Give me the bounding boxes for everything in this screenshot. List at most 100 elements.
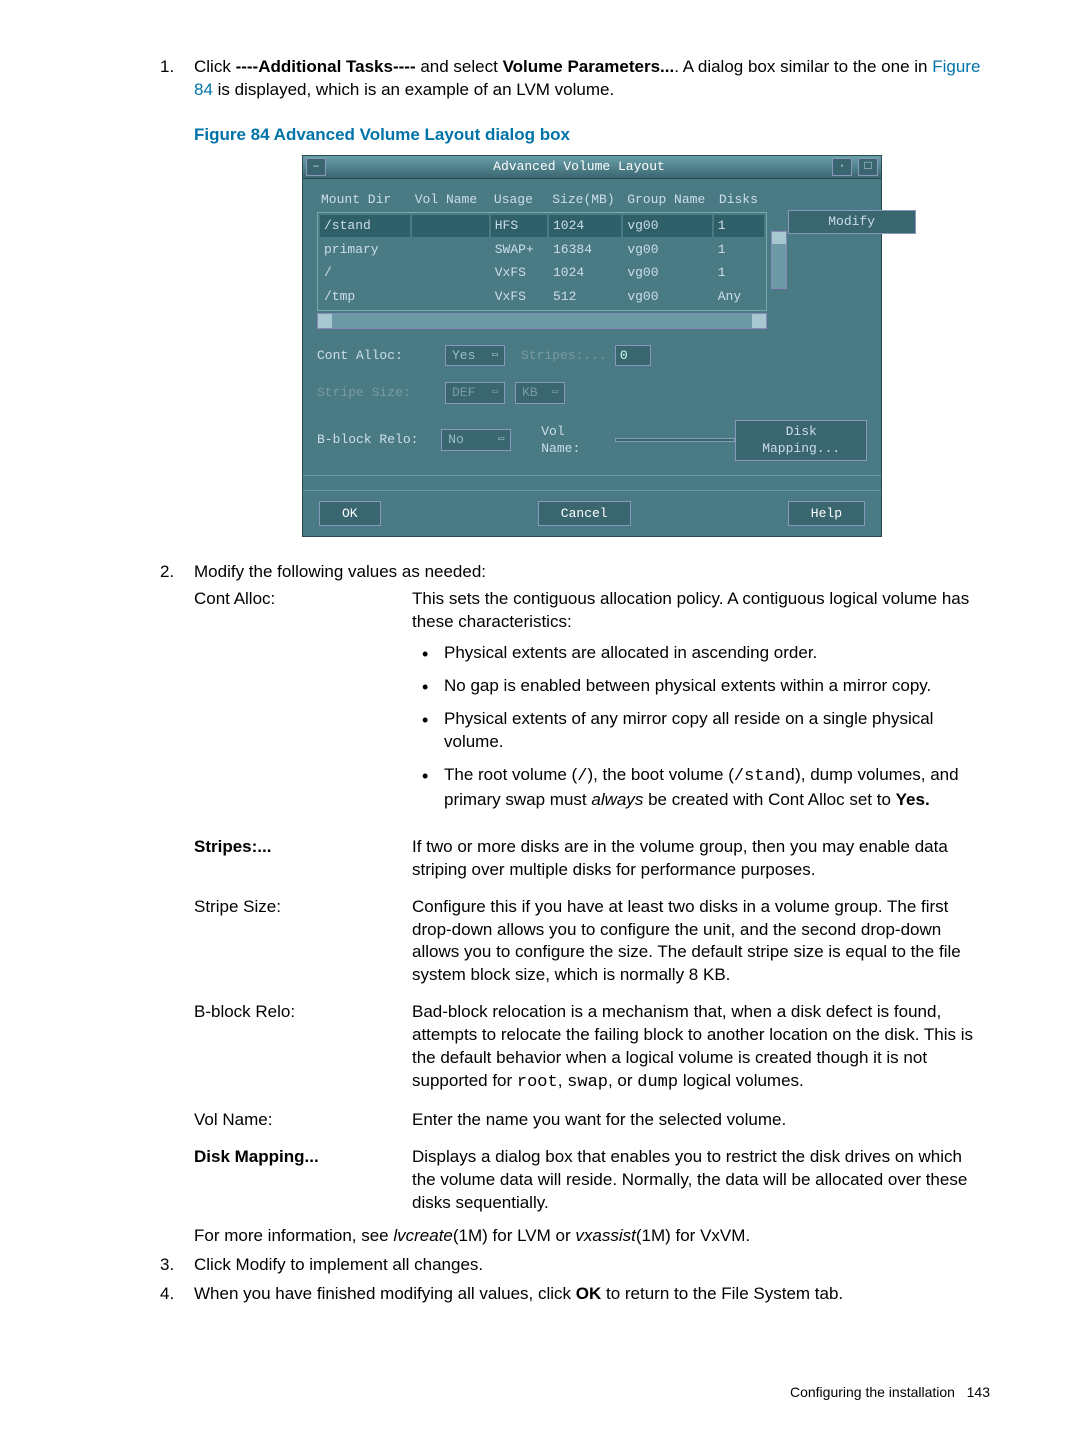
volume-parameters-label: Volume Parameters...	[503, 57, 675, 76]
cell-usage: VxFS	[491, 286, 547, 308]
code: dump	[637, 1073, 678, 1092]
col-vol: Vol Name	[411, 189, 490, 211]
cell-vol	[412, 262, 488, 284]
modify-button[interactable]: Modify	[788, 210, 916, 234]
step-number: 3.	[160, 1254, 174, 1277]
cell-usage: HFS	[491, 215, 547, 237]
figure-caption: Figure 84 Advanced Volume Layout dialog …	[194, 124, 990, 147]
col-group: Group Name	[623, 189, 715, 211]
t: (1M) for VxVM.	[636, 1226, 750, 1245]
col-usage: Usage	[490, 189, 548, 211]
cell-group: vg00	[623, 286, 711, 308]
cont-alloc-select[interactable]: Yes ▭	[445, 345, 505, 367]
col-size: Size(MB)	[548, 189, 623, 211]
t: For more information, see	[194, 1226, 393, 1245]
table-row[interactable]: /tmpVxFS512vg00Any	[320, 286, 764, 308]
dialog-body: Mount Dir Vol Name Usage Size(MB) Group …	[303, 179, 881, 490]
maximize-icon[interactable]: □	[858, 158, 878, 176]
emph: vxassist	[575, 1226, 635, 1245]
term-bblock: B-block Relo:	[194, 1001, 392, 1095]
cell-mount: /	[320, 262, 410, 284]
cell-group: vg00	[623, 215, 711, 237]
term-volname: Vol Name:	[194, 1109, 392, 1132]
stripe-size-unit-select[interactable]: DEF▭	[445, 382, 505, 404]
volume-listbox[interactable]: /standHFS1024vg001primarySWAP+16384vg001…	[317, 212, 767, 310]
list-item: Physical extents of any mirror copy all …	[412, 708, 990, 754]
desc-volname: Enter the name you want for the selected…	[412, 1109, 990, 1132]
t: is displayed, which is an example of an …	[213, 80, 614, 99]
t: The root volume (	[444, 765, 577, 784]
table-row[interactable]: primarySWAP+16384vg001	[320, 239, 764, 261]
dialog-titlebar: – Advanced Volume Layout · □	[303, 156, 881, 179]
cell-group: vg00	[623, 262, 711, 284]
more-info-line: For more information, see lvcreate (1M) f…	[194, 1225, 990, 1248]
cell-size: 16384	[549, 239, 621, 261]
advanced-volume-layout-dialog: – Advanced Volume Layout · □ Mount Dir V…	[302, 155, 882, 537]
cell-vol	[412, 215, 488, 237]
volname-label: Vol Name:	[541, 423, 609, 458]
step-4: 4. When you have finished modifying all …	[194, 1283, 990, 1306]
unit-val: DEF	[452, 384, 475, 402]
table-row[interactable]: /standHFS1024vg001	[320, 215, 764, 237]
ok-button[interactable]: OK	[319, 501, 381, 527]
term-cont-alloc: Cont Alloc:	[194, 588, 392, 822]
table-row[interactable]: /VxFS1024vg001	[320, 262, 764, 284]
code: swap	[567, 1073, 608, 1092]
bblock-select[interactable]: No▭	[441, 429, 511, 451]
page-number: 143	[967, 1384, 990, 1400]
bblock-row: B-block Relo: No▭ Vol Name: Disk Mapping…	[317, 420, 867, 461]
stripe-size-scale-select[interactable]: KB▭	[515, 382, 565, 404]
step1-text: Click ----Additional Tasks---- and selec…	[194, 57, 980, 99]
table-header-row: Mount Dir Vol Name Usage Size(MB) Group …	[317, 189, 867, 211]
cont-alloc-label: Cont Alloc:	[317, 347, 445, 365]
cont-alloc-value: Yes	[452, 347, 475, 365]
cell-mount: /tmp	[320, 286, 410, 308]
step-1: 1. Click ----Additional Tasks---- and se…	[194, 56, 990, 537]
minimize-icon[interactable]: ·	[832, 158, 852, 176]
list-item: No gap is enabled between physical exten…	[412, 675, 990, 698]
step-2: 2. Modify the following values as needed…	[194, 561, 990, 1248]
step2-lead: Modify the following values as needed:	[194, 562, 486, 581]
separator	[303, 475, 881, 476]
step-number: 4.	[160, 1283, 174, 1306]
hscroll[interactable]	[317, 313, 767, 329]
cancel-button[interactable]: Cancel	[538, 501, 631, 527]
stripe-size-label: Stripe Size:	[317, 384, 445, 402]
list-item: The root volume (/), the boot volume (/s…	[412, 764, 990, 812]
stripes-input[interactable]: 0	[615, 345, 651, 367]
t: to return to the File System tab.	[601, 1284, 843, 1303]
desc-cont-alloc: This sets the contiguous allocation poli…	[412, 588, 990, 822]
step3-text: Click Modify to implement all changes.	[194, 1255, 483, 1274]
code: /	[577, 767, 587, 786]
window-menu-icon[interactable]: –	[306, 158, 326, 176]
disk-mapping-button[interactable]: Disk Mapping...	[735, 420, 867, 461]
help-button[interactable]: Help	[788, 501, 865, 527]
footer-text: Configuring the installation	[790, 1384, 955, 1400]
t: and select	[416, 57, 503, 76]
t: be created with Cont Alloc set to	[643, 790, 895, 809]
term-stripe-size: Stripe Size:	[194, 896, 392, 988]
cell-mount: primary	[320, 239, 410, 261]
cell-disks: 1	[714, 262, 764, 284]
t: , or	[608, 1071, 637, 1090]
cell-disks: 1	[714, 215, 764, 237]
term-diskmap: Disk Mapping...	[194, 1146, 392, 1215]
list-item: Physical extents are allocated in ascend…	[412, 642, 990, 665]
code: /stand	[734, 767, 795, 786]
cell-usage: VxFS	[491, 262, 547, 284]
t: This sets the contiguous allocation poli…	[412, 589, 969, 631]
cell-group: vg00	[623, 239, 711, 261]
t: ), the boot volume (	[587, 765, 733, 784]
emph: lvcreate	[393, 1226, 453, 1245]
cell-disks: 1	[714, 239, 764, 261]
step-number: 2.	[160, 561, 174, 584]
vscroll[interactable]	[767, 210, 784, 310]
step-number: 1.	[160, 56, 174, 79]
volname-input[interactable]	[615, 438, 735, 442]
dropdown-icon: ▭	[498, 433, 504, 447]
dropdown-icon: ▭	[492, 349, 498, 363]
t: When you have finished modifying all val…	[194, 1284, 576, 1303]
cont-alloc-row: Cont Alloc: Yes▭ Stripes:... 0	[317, 345, 867, 367]
term-stripes: Stripes:...	[194, 836, 392, 882]
col-mount: Mount Dir	[317, 189, 411, 211]
